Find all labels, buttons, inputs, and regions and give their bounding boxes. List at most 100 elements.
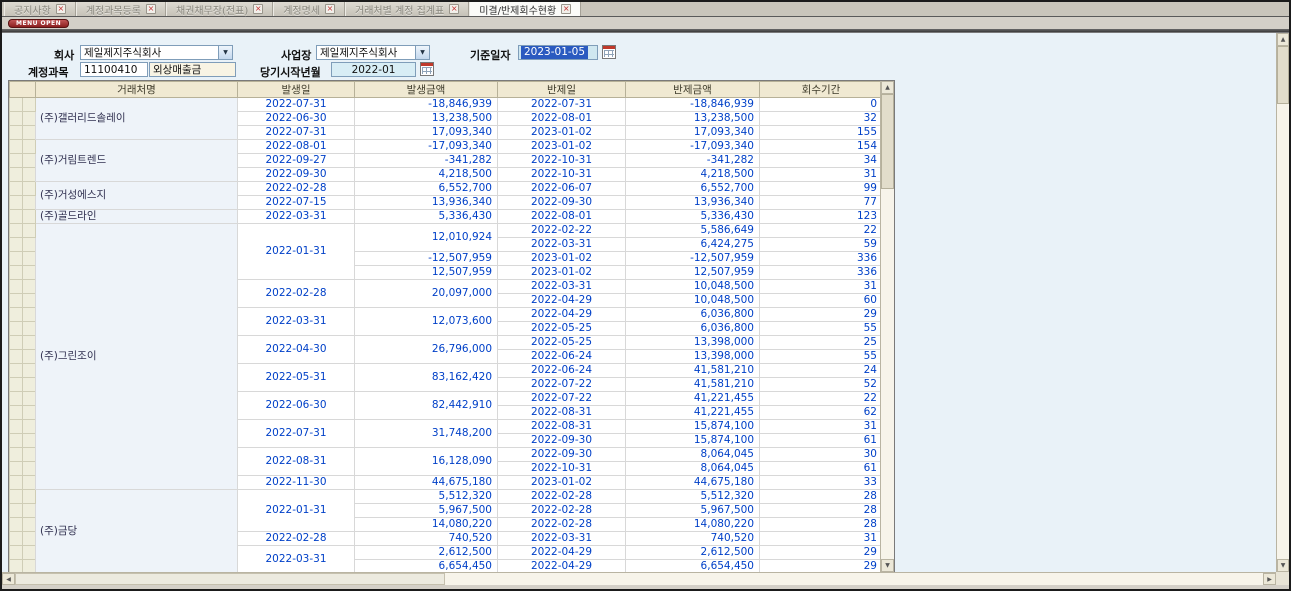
row-selector-cell[interactable] — [10, 252, 23, 266]
occur-date-cell[interactable]: 2022-08-01 — [238, 140, 355, 154]
occur-date-cell[interactable]: 2022-01-31 — [238, 224, 355, 280]
row-indicator-cell[interactable] — [23, 280, 36, 294]
row-selector-cell[interactable] — [10, 126, 23, 140]
settle-amount-cell[interactable]: 13,398,000 — [626, 336, 760, 350]
settle-amount-cell[interactable]: 13,238,500 — [626, 112, 760, 126]
tab-item[interactable]: 공지사항× — [4, 2, 76, 16]
vendor-cell[interactable]: (주)거림트렌드 — [36, 140, 238, 182]
period-cell[interactable]: 28 — [760, 504, 881, 518]
row-indicator-cell[interactable] — [23, 476, 36, 490]
col-header-settle-date[interactable]: 반제일 — [498, 82, 626, 98]
row-selector-cell[interactable] — [10, 308, 23, 322]
row-indicator-cell[interactable] — [23, 490, 36, 504]
settle-date-cell[interactable]: 2022-06-07 — [498, 182, 626, 196]
scroll-down-icon[interactable]: ▼ — [1277, 559, 1289, 572]
settle-date-cell[interactable]: 2022-03-31 — [498, 238, 626, 252]
row-indicator-cell[interactable] — [23, 266, 36, 280]
occur-amount-cell[interactable]: 13,238,500 — [355, 112, 498, 126]
row-selector-cell[interactable] — [10, 462, 23, 476]
tab-item[interactable]: 계정과목등록× — [76, 2, 166, 16]
col-header-vendor[interactable]: 거래처명 — [36, 82, 238, 98]
period-cell[interactable]: 30 — [760, 448, 881, 462]
chevron-down-icon[interactable]: ▼ — [218, 46, 232, 59]
scroll-up-icon[interactable]: ▲ — [1277, 33, 1289, 46]
row-selector-cell[interactable] — [10, 322, 23, 336]
period-cell[interactable]: 62 — [760, 406, 881, 420]
vendor-cell[interactable]: (주)갤러리드솔레이 — [36, 98, 238, 140]
account-name-input[interactable] — [149, 62, 236, 77]
occur-date-cell[interactable]: 2022-02-28 — [238, 280, 355, 308]
row-indicator-cell[interactable] — [23, 378, 36, 392]
occur-date-cell[interactable]: 2022-08-31 — [238, 448, 355, 476]
occur-date-cell[interactable]: 2022-07-31 — [238, 98, 355, 112]
vendor-cell[interactable]: (주)금당 — [36, 490, 238, 573]
occur-amount-cell[interactable]: 2,612,500 — [355, 546, 498, 560]
row-selector-cell[interactable] — [10, 294, 23, 308]
row-indicator-cell[interactable] — [23, 322, 36, 336]
row-indicator-cell[interactable] — [23, 98, 36, 112]
row-selector-cell[interactable] — [10, 490, 23, 504]
occur-amount-cell[interactable]: 12,010,924 — [355, 224, 498, 252]
settle-date-cell[interactable]: 2022-08-01 — [498, 210, 626, 224]
row-indicator-cell[interactable] — [23, 532, 36, 546]
vendor-cell[interactable]: (주)그린조이 — [36, 224, 238, 490]
row-indicator-cell[interactable] — [23, 560, 36, 573]
row-indicator-cell[interactable] — [23, 406, 36, 420]
settle-date-cell[interactable]: 2022-06-24 — [498, 364, 626, 378]
settle-date-cell[interactable]: 2022-09-30 — [498, 434, 626, 448]
tab-item[interactable]: 채권채무장(전표)× — [166, 2, 273, 16]
chevron-down-icon[interactable]: ▼ — [415, 46, 429, 59]
settle-date-cell[interactable]: 2022-05-25 — [498, 322, 626, 336]
settle-amount-cell[interactable]: 41,581,210 — [626, 378, 760, 392]
tab-item[interactable]: 계정명세× — [273, 2, 345, 16]
occur-date-cell[interactable]: 2022-03-31 — [238, 546, 355, 573]
settle-amount-cell[interactable]: 41,221,455 — [626, 392, 760, 406]
period-cell[interactable]: 59 — [760, 238, 881, 252]
base-date-input[interactable]: 2023-01-05 — [518, 45, 598, 60]
settle-date-cell[interactable]: 2022-10-31 — [498, 168, 626, 182]
window-vscroll-track[interactable] — [1277, 46, 1289, 559]
row-selector-cell[interactable] — [10, 350, 23, 364]
window-hscroll-thumb[interactable] — [15, 573, 445, 585]
row-indicator-cell[interactable] — [23, 196, 36, 210]
settle-amount-cell[interactable]: 44,675,180 — [626, 476, 760, 490]
row-selector-cell[interactable] — [10, 420, 23, 434]
period-cell[interactable]: 28 — [760, 490, 881, 504]
settle-date-cell[interactable]: 2022-10-31 — [498, 154, 626, 168]
row-indicator-cell[interactable] — [23, 420, 36, 434]
occur-date-cell[interactable]: 2022-01-31 — [238, 490, 355, 532]
occur-date-cell[interactable]: 2022-07-31 — [238, 126, 355, 140]
occur-date-cell[interactable]: 2022-11-30 — [238, 476, 355, 490]
period-cell[interactable]: 61 — [760, 462, 881, 476]
period-cell[interactable]: 31 — [760, 420, 881, 434]
settle-amount-cell[interactable]: -341,282 — [626, 154, 760, 168]
occur-amount-cell[interactable]: 12,073,600 — [355, 308, 498, 336]
scroll-down-icon[interactable]: ▼ — [881, 559, 894, 572]
row-indicator-cell[interactable] — [23, 126, 36, 140]
occur-date-cell[interactable]: 2022-07-31 — [238, 420, 355, 448]
settle-date-cell[interactable]: 2022-05-25 — [498, 336, 626, 350]
settle-date-cell[interactable]: 2022-07-31 — [498, 98, 626, 112]
settle-amount-cell[interactable]: 6,036,800 — [626, 322, 760, 336]
row-selector-cell[interactable] — [10, 210, 23, 224]
row-indicator-cell[interactable] — [23, 392, 36, 406]
window-horizontal-scrollbar[interactable]: ◀ ▶ — [2, 572, 1276, 585]
occur-date-cell[interactable]: 2022-02-28 — [238, 532, 355, 546]
row-indicator-cell[interactable] — [23, 154, 36, 168]
row-selector-cell[interactable] — [10, 504, 23, 518]
period-cell[interactable]: 55 — [760, 350, 881, 364]
period-cell[interactable]: 31 — [760, 280, 881, 294]
settle-date-cell[interactable]: 2022-08-01 — [498, 112, 626, 126]
grid-scrollbar-track[interactable] — [881, 94, 894, 559]
occur-amount-cell[interactable]: 4,218,500 — [355, 168, 498, 182]
tab-item[interactable]: 거래처별 계정 집계표× — [345, 2, 469, 16]
settle-date-cell[interactable]: 2022-03-31 — [498, 280, 626, 294]
window-vscroll-thumb[interactable] — [1277, 46, 1289, 104]
occur-amount-cell[interactable]: 740,520 — [355, 532, 498, 546]
settle-amount-cell[interactable]: 4,218,500 — [626, 168, 760, 182]
calendar-icon[interactable] — [602, 45, 616, 59]
period-cell[interactable]: 123 — [760, 210, 881, 224]
occur-amount-cell[interactable]: 20,097,000 — [355, 280, 498, 308]
settle-amount-cell[interactable]: 17,093,340 — [626, 126, 760, 140]
row-indicator-cell[interactable] — [23, 294, 36, 308]
